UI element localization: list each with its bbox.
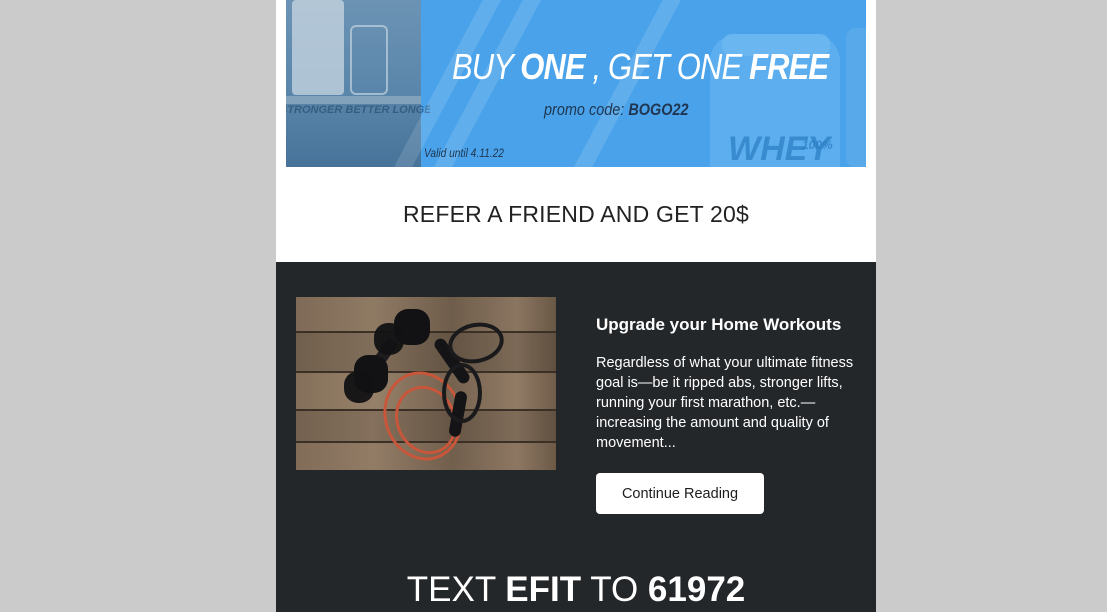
article-title: Upgrade your Home Workouts [596, 315, 842, 334]
dumbbells-and-resistance-band-photo[interactable] [296, 297, 556, 470]
article-section: Upgrade your Home Workouts Regardless of… [276, 262, 876, 612]
banner-product-text: WHEY [728, 130, 830, 167]
banner-headline: BUY ONE , GET ONE FREE [452, 46, 829, 87]
banner-background-words: STRONGER BETTER LONGER THAN NT. TAKE HIM… [286, 104, 430, 116]
banner-product-photo: STRONGER BETTER LONGER THAN NT. TAKE HIM… [286, 0, 430, 167]
sms-signup-text: TEXT EFIT TO 61972 [406, 570, 746, 609]
continue-reading-button[interactable]: Continue Reading [596, 473, 764, 514]
article-excerpt: Regardless of what your ultimate fitness… [596, 355, 854, 451]
banner-valid-until: Valid until 4.11.22 [424, 146, 504, 160]
email-body: STRONGER BETTER LONGER THAN NT. TAKE HIM… [276, 0, 876, 612]
refer-heading: REFER A FRIEND AND GET 20$ [402, 201, 750, 227]
banner-promo-code: promo code: BOGO22 [544, 100, 689, 119]
refer-section: REFER A FRIEND AND GET 20$ [276, 167, 876, 262]
promo-banner[interactable]: STRONGER BETTER LONGER THAN NT. TAKE HIM… [286, 0, 866, 167]
